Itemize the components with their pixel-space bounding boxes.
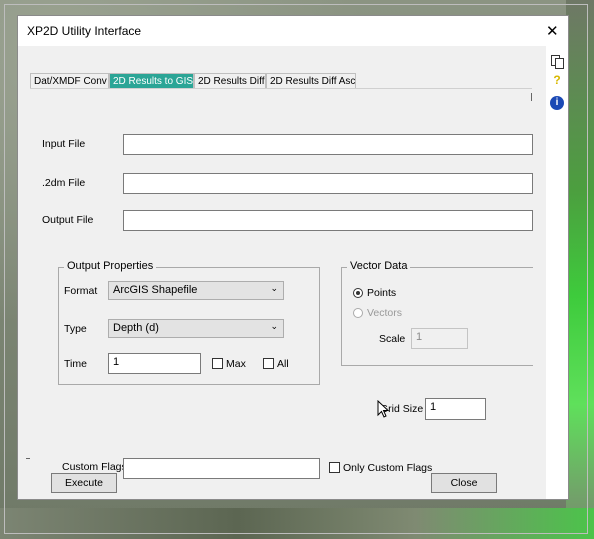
window-title: XP2D Utility Interface: [27, 24, 142, 38]
tab-dat-xmdf-conv[interactable]: Dat/XMDF Conv: [30, 73, 109, 89]
vectors-label: Vectors: [367, 307, 403, 319]
output-properties-title: Output Properties: [64, 260, 157, 272]
chevron-down-icon: ⌄: [270, 321, 278, 331]
close-button[interactable]: Close: [431, 473, 497, 493]
tab-2d-results-to-gis[interactable]: 2D Results to GIS: [109, 73, 194, 89]
vectors-radio[interactable]: [353, 308, 363, 318]
max-checkbox[interactable]: [212, 358, 223, 369]
vector-data-title: Vector Data: [347, 260, 411, 272]
execute-button[interactable]: Execute: [51, 473, 117, 493]
only-custom-flags-label: Only Custom Flags: [343, 462, 433, 474]
points-radio[interactable]: [353, 288, 363, 298]
grid-size-field[interactable]: 1: [425, 398, 486, 420]
type-select[interactable]: Depth (d) ⌄: [108, 319, 284, 338]
type-value: Depth (d): [113, 322, 159, 334]
title-bar: XP2D Utility Interface ✕: [18, 16, 568, 46]
format-value: ArcGIS Shapefile: [113, 284, 198, 296]
scale-label: Scale: [379, 333, 406, 345]
only-custom-flags-checkbox[interactable]: [329, 462, 340, 473]
all-checkbox[interactable]: [263, 358, 274, 369]
tab-2d-results-diff[interactable]: 2D Results Diff: [194, 73, 266, 89]
vector-data-group: Vector Data Points Vectors Scale 1: [341, 260, 533, 366]
close-icon[interactable]: ✕: [546, 22, 559, 40]
help-icon[interactable]: ?: [550, 73, 564, 87]
input-file-field[interactable]: [123, 134, 533, 155]
mesh-file-field[interactable]: [123, 173, 533, 194]
time-label: Time: [64, 358, 87, 370]
main-content: Dat/XMDF Conv 2D Results to GIS 2D Resul…: [18, 46, 546, 499]
left-edge-tick: [26, 458, 30, 459]
chevron-down-icon: ⌄: [270, 283, 278, 293]
copy-icon[interactable]: [550, 54, 564, 69]
output-file-label: Output File: [42, 214, 94, 226]
output-file-field[interactable]: [123, 210, 533, 231]
type-label: Type: [64, 323, 87, 335]
tab-panel-border: [30, 88, 532, 89]
input-file-label: Input File: [42, 138, 86, 150]
custom-flags-label: Custom Flags: [62, 461, 127, 473]
format-label: Format: [64, 285, 98, 297]
info-icon[interactable]: i: [550, 96, 564, 110]
side-panel: ? i: [546, 46, 568, 499]
tab-2d-results-diff-asc[interactable]: 2D Results Diff Asc: [266, 73, 356, 89]
custom-flags-field[interactable]: [123, 458, 320, 479]
scale-field[interactable]: 1: [411, 328, 468, 349]
output-properties-group: Output Properties Format ArcGIS Shapefil…: [58, 260, 320, 385]
max-label: Max: [226, 358, 246, 370]
scroll-indicator: [531, 93, 532, 101]
all-label: All: [277, 358, 289, 370]
time-field[interactable]: 1: [108, 353, 201, 374]
mouse-cursor-icon: [377, 400, 389, 418]
format-select[interactable]: ArcGIS Shapefile ⌄: [108, 281, 284, 300]
points-label: Points: [367, 287, 397, 299]
mesh-file-label: .2dm File: [42, 177, 86, 189]
xp2d-dialog: XP2D Utility Interface ✕ ? i Dat/XMDF Co…: [17, 15, 569, 500]
